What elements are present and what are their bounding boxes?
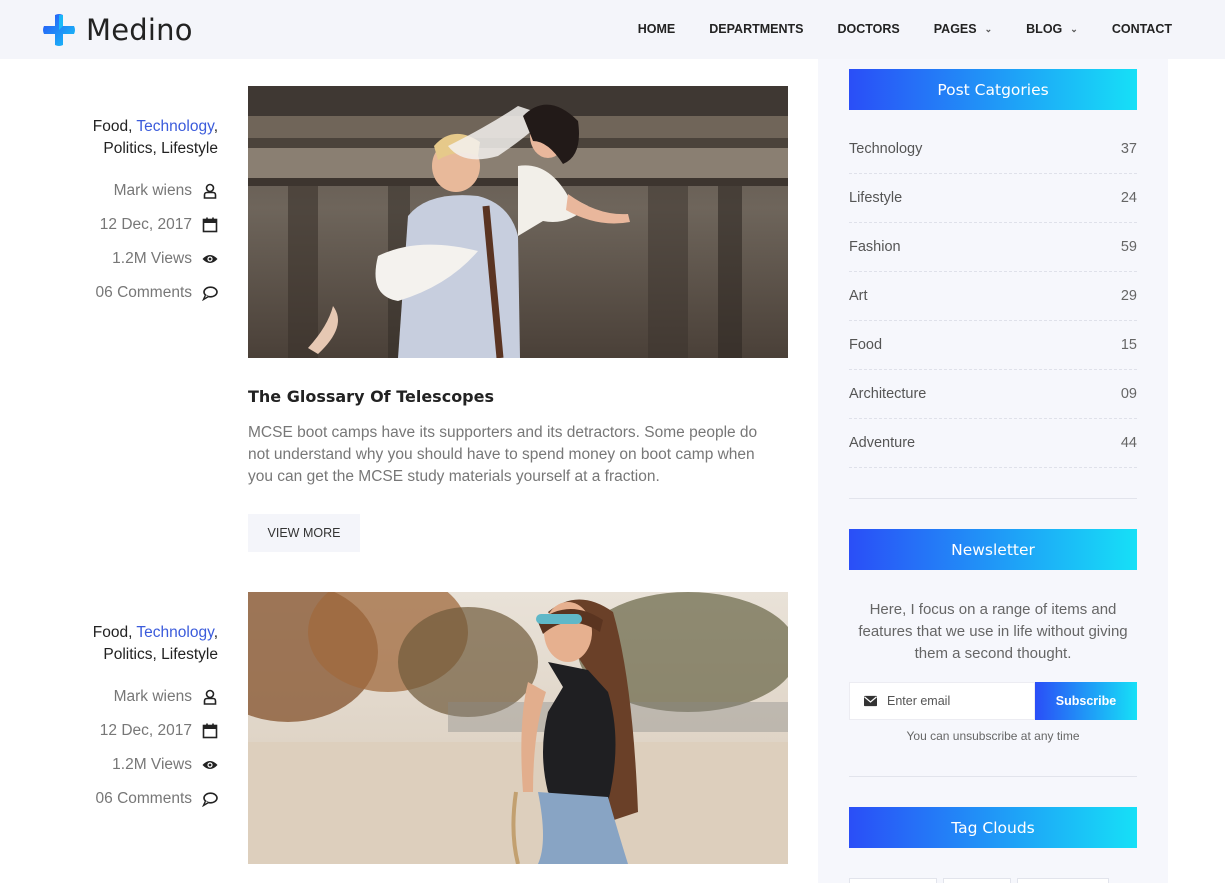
- post-excerpt: MCSE boot camps have its supporters and …: [248, 424, 758, 485]
- category-count: 44: [1120, 435, 1137, 451]
- brand-name: Medino: [86, 13, 193, 47]
- tags-widget-title: Tag Clouds: [849, 807, 1137, 848]
- nav-pages[interactable]: PAGES ⌄: [934, 22, 992, 36]
- tag-chip[interactable]: [1017, 878, 1109, 883]
- category-list: Technology 37 Lifestyle 24 Fashion 59 Art 29…: [849, 125, 1137, 468]
- nav-label: HOME: [637, 22, 676, 36]
- categories-widget-title: Post Catgories: [849, 69, 1137, 110]
- comment-icon: [202, 791, 218, 807]
- category-name: Fashion: [849, 239, 901, 255]
- post-comments: 06 Comments: [95, 284, 192, 301]
- post-meta: Food, Technology, Politics, Lifestyle Ma…: [60, 116, 218, 310]
- category-count: 59: [1120, 239, 1137, 255]
- date-row: 12 Dec, 2017: [60, 714, 218, 748]
- post-categories: Food, Technology, Politics, Lifestyle: [92, 624, 218, 663]
- views-row: 1.2M Views: [60, 242, 218, 276]
- chevron-down-icon: ⌄: [984, 23, 993, 34]
- newsletter-text: Here, I focus on a range of items and fe…: [858, 601, 1128, 662]
- newsletter-widget-title: Newsletter: [849, 529, 1137, 570]
- category-name: Architecture: [849, 386, 927, 402]
- woman-outdoors-image: [248, 592, 788, 864]
- category-link[interactable]: Lifestyle: [161, 646, 218, 663]
- category-count: 15: [1120, 337, 1137, 353]
- comments-row[interactable]: 06 Comments: [60, 782, 218, 816]
- author-row[interactable]: Mark wiens: [60, 680, 218, 714]
- post-image[interactable]: [248, 86, 788, 358]
- nav-doctors[interactable]: DOCTORS: [837, 22, 899, 36]
- chevron-down-icon: ⌄: [1070, 23, 1078, 34]
- author-name: Mark wiens: [113, 688, 192, 705]
- category-item[interactable]: Lifestyle 24: [849, 174, 1137, 223]
- sidebar-divider: [849, 776, 1137, 777]
- post-categories: Food, Technology, Politics, Lifestyle: [92, 118, 218, 157]
- post-views: 1.2M Views: [112, 756, 192, 773]
- category-name: Food: [849, 337, 883, 353]
- logo[interactable]: Medino: [42, 13, 193, 47]
- subscribe-button[interactable]: Subscribe: [1035, 682, 1137, 720]
- user-icon: [202, 183, 218, 199]
- category-link[interactable]: Politics: [103, 140, 152, 157]
- nav-contact[interactable]: CONTACT: [1112, 22, 1172, 36]
- post-image[interactable]: [248, 592, 788, 864]
- category-count: 37: [1120, 141, 1137, 157]
- post-meta: Food, Technology, Politics, Lifestyle Ma…: [60, 622, 218, 816]
- post-date: 12 Dec, 2017: [99, 216, 192, 233]
- site-header: Medino HOME DEPARTMENTS DOCTORS PAGES ⌄ B…: [0, 0, 1225, 59]
- comments-row[interactable]: 06 Comments: [60, 276, 218, 310]
- category-count: 24: [1120, 190, 1137, 206]
- user-icon: [202, 689, 218, 705]
- envelope-icon: [864, 695, 877, 706]
- category-link[interactable]: Lifestyle: [161, 140, 218, 157]
- author-row[interactable]: Mark wiens: [60, 174, 218, 208]
- eye-icon: [202, 757, 218, 773]
- category-item[interactable]: Technology 37: [849, 125, 1137, 174]
- comment-icon: [202, 285, 218, 301]
- category-link[interactable]: Food: [93, 118, 128, 135]
- category-item[interactable]: Food 15: [849, 321, 1137, 370]
- nav-departments[interactable]: DEPARTMENTS: [709, 22, 803, 36]
- views-row: 1.2M Views: [60, 748, 218, 782]
- view-more-button[interactable]: VIEW MORE: [248, 514, 360, 552]
- category-count: 09: [1120, 386, 1137, 402]
- post-title[interactable]: The Glossary Of Telescopes: [248, 387, 494, 406]
- category-link[interactable]: Technology: [136, 118, 213, 135]
- nav-label: DEPARTMENTS: [709, 22, 804, 36]
- newsletter-form: Subscribe: [849, 682, 1137, 720]
- nav-label: CONTACT: [1111, 22, 1172, 36]
- category-item[interactable]: Fashion 59: [849, 223, 1137, 272]
- calendar-icon: [202, 217, 218, 233]
- category-count: 29: [1120, 288, 1137, 304]
- category-item[interactable]: Art 29: [849, 272, 1137, 321]
- date-row: 12 Dec, 2017: [60, 208, 218, 242]
- category-item[interactable]: Architecture 09: [849, 370, 1137, 419]
- category-link[interactable]: Technology: [136, 624, 213, 641]
- category-name: Lifestyle: [849, 190, 903, 206]
- eye-icon: [202, 251, 218, 267]
- wedding-couple-image: [248, 86, 788, 358]
- nav-label: BLOG: [1026, 22, 1063, 36]
- main-nav: HOME DEPARTMENTS DOCTORS PAGES ⌄ BLOG ⌄ CO…: [604, 22, 1172, 36]
- calendar-icon: [202, 723, 218, 739]
- email-input[interactable]: [887, 694, 1027, 708]
- post-date: 12 Dec, 2017: [99, 722, 192, 739]
- cross-logo-icon: [43, 14, 75, 46]
- category-link[interactable]: Politics: [103, 646, 152, 663]
- category-name: Technology: [849, 141, 923, 157]
- sidebar-divider: [849, 498, 1137, 499]
- email-field-wrap: [849, 682, 1035, 720]
- nav-label: PAGES: [933, 22, 977, 36]
- newsletter-note: You can unsubscribe at any time: [906, 729, 1080, 743]
- category-item[interactable]: Adventure 44: [849, 419, 1137, 468]
- category-link[interactable]: Food: [93, 624, 128, 641]
- category-name: Adventure: [849, 435, 916, 451]
- post-views: 1.2M Views: [112, 250, 192, 267]
- category-name: Art: [849, 288, 868, 304]
- post-comments: 06 Comments: [95, 790, 192, 807]
- nav-home[interactable]: HOME: [638, 22, 676, 36]
- author-name: Mark wiens: [113, 182, 192, 199]
- nav-label: DOCTORS: [837, 22, 900, 36]
- tag-chip[interactable]: [943, 878, 1011, 883]
- nav-blog[interactable]: BLOG ⌄: [1026, 22, 1078, 36]
- tag-chip[interactable]: [849, 878, 937, 883]
